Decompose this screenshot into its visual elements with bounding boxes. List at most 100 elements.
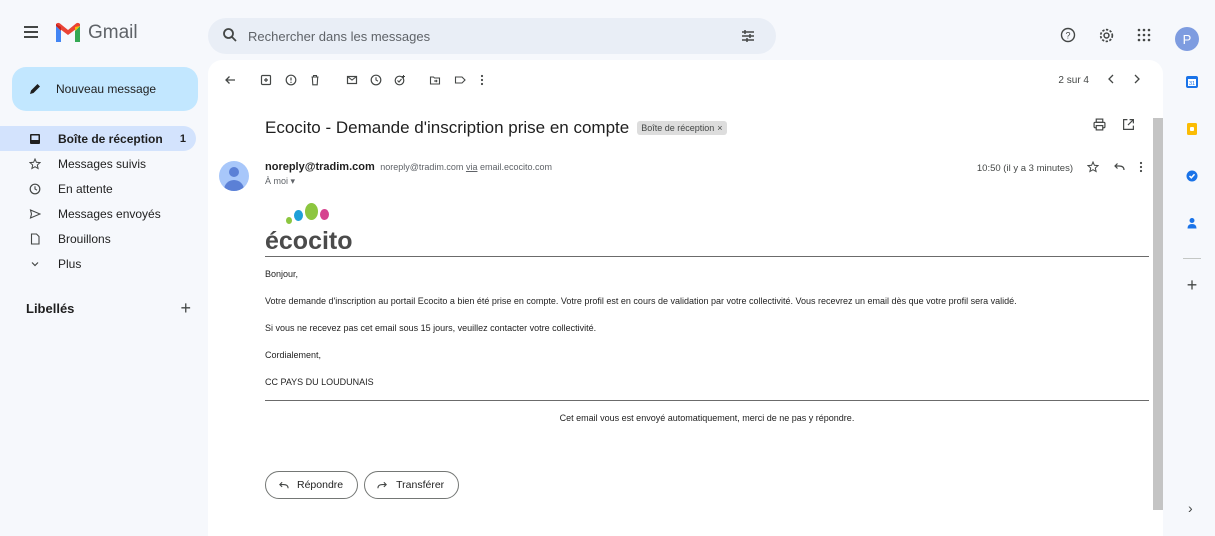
more-options-icon[interactable] — [474, 72, 490, 88]
via-link[interactable]: via — [466, 162, 478, 172]
apps-grid-icon[interactable] — [1129, 20, 1159, 50]
sidebar-item-inbox[interactable]: Boîte de réception 1 — [0, 126, 196, 151]
inbox-label-badge[interactable]: Boîte de réception × — [637, 121, 727, 135]
automatic-email-notice: Cet email vous est envoyé automatiquemen… — [559, 413, 855, 423]
sidebar-item-drafts[interactable]: Brouillons — [0, 226, 196, 251]
keep-icon[interactable] — [1180, 117, 1204, 141]
paragraph-1: Votre demande d'inscription au portail E… — [265, 296, 1017, 306]
email-timestamp: 10:50 (il y a 3 minutes) — [976, 163, 1073, 174]
sidebar-item-label: En attente — [58, 181, 113, 196]
ecocito-wordmark: écocito — [265, 227, 353, 255]
reply-arrow-icon — [279, 481, 289, 488]
main-menu-icon[interactable] — [24, 26, 38, 38]
app-name: Gmail — [88, 22, 138, 43]
forward-button[interactable]: Transférer — [364, 471, 460, 499]
closing: Cordialement, — [265, 350, 322, 360]
search-bar[interactable] — [208, 18, 776, 54]
sender-email: noreply@tradim.com — [380, 162, 464, 172]
tasks-icon[interactable] — [1180, 164, 1204, 188]
search-input[interactable] — [248, 26, 728, 46]
greeting: Bonjour, — [265, 269, 299, 279]
scrollbar[interactable] — [1153, 98, 1163, 536]
mark-unread-icon[interactable] — [344, 72, 360, 88]
next-chevron-icon[interactable] — [1133, 74, 1141, 87]
ecocito-logo: écocito — [265, 200, 415, 256]
calendar-icon[interactable]: 31 — [1180, 70, 1204, 94]
search-icon[interactable] — [222, 27, 238, 43]
star-icon[interactable] — [1086, 160, 1100, 176]
forward-label: Transférer — [396, 479, 445, 491]
side-panel-apps: 31 + — [1180, 70, 1204, 296]
email-view: 2 sur 4 Ecocito - Demande d'inscription … — [208, 60, 1163, 536]
remove-label-close-icon[interactable]: × — [717, 123, 722, 133]
email-toolbar: 2 sur 4 — [208, 60, 1163, 100]
email-body: écocito Bonjour, Votre demande d'inscrip… — [265, 200, 1149, 423]
snooze-clock-icon[interactable] — [368, 72, 384, 88]
contacts-icon[interactable] — [1180, 211, 1204, 235]
inbox-icon — [28, 133, 42, 145]
archive-icon[interactable] — [258, 72, 274, 88]
sidebar-item-snoozed[interactable]: En attente — [0, 176, 196, 201]
get-addons-plus-icon[interactable]: + — [1180, 275, 1204, 296]
send-icon — [28, 208, 42, 220]
reply-actions: Répondre Transférer — [265, 471, 460, 499]
sidebar-item-sent[interactable]: Messages envoyés — [0, 201, 196, 226]
sidebar-item-label: Messages envoyés — [58, 206, 161, 221]
settings-gear-icon[interactable] — [1091, 20, 1121, 50]
print-icon[interactable] — [1093, 118, 1106, 136]
label-tag-icon[interactable] — [452, 72, 468, 88]
labels-title: Libellés — [26, 301, 75, 316]
top-right-icons: ? — [1053, 20, 1167, 50]
sidebar-item-more[interactable]: Plus — [0, 251, 196, 276]
divider — [265, 256, 1149, 257]
paragraph-2: Si vous ne recevez pas cet email sous 15… — [265, 323, 597, 333]
reply-arrow-icon[interactable] — [1113, 161, 1125, 176]
badge-label: Boîte de réception — [641, 123, 715, 133]
account-avatar[interactable]: P — [1175, 27, 1199, 51]
sidebar-item-label: Messages suivis — [58, 156, 147, 171]
side-divider — [1183, 258, 1201, 259]
show-side-panel-chevron-icon[interactable]: › — [1188, 500, 1193, 516]
pagination-count: 2 sur 4 — [1058, 75, 1089, 86]
compose-button[interactable]: Nouveau message — [12, 67, 198, 111]
sidebar-item-starred[interactable]: Messages suivis — [0, 151, 196, 176]
compose-label: Nouveau message — [56, 82, 157, 96]
prev-chevron-icon[interactable] — [1107, 74, 1115, 87]
delete-trash-icon[interactable] — [307, 72, 323, 88]
svg-text:?: ? — [1065, 31, 1070, 41]
more-vert-icon[interactable] — [1139, 161, 1143, 176]
via-domain: email.ecocito.com — [479, 162, 553, 172]
move-to-folder-icon[interactable] — [427, 72, 443, 88]
email-subject: Ecocito - Demande d'inscription prise en… — [265, 118, 727, 138]
reply-label: Répondre — [297, 479, 344, 491]
help-icon[interactable]: ? — [1053, 20, 1083, 50]
reply-button[interactable]: Répondre — [265, 471, 359, 499]
sender-name[interactable]: noreply@tradim.com — [265, 161, 375, 173]
gmail-logo[interactable]: Gmail — [54, 22, 138, 44]
subject-text: Ecocito - Demande d'inscription prise en… — [265, 118, 630, 137]
forward-arrow-icon — [377, 481, 388, 488]
chevron-down-icon — [28, 259, 42, 269]
labels-header: Libellés + — [26, 298, 191, 319]
search-options-icon[interactable] — [740, 28, 756, 44]
divider — [265, 400, 1149, 401]
recipient-label: À moi — [265, 176, 289, 186]
add-to-tasks-icon[interactable] — [392, 72, 408, 88]
pencil-icon — [30, 84, 40, 94]
sidebar-nav: Boîte de réception 1 Messages suivis En … — [0, 126, 200, 276]
sidebar-item-label: Brouillons — [58, 231, 111, 246]
recipient-dropdown[interactable]: À moi ▾ — [265, 176, 295, 187]
report-spam-icon[interactable] — [283, 72, 299, 88]
sender-avatar[interactable] — [219, 161, 249, 191]
svg-text:31: 31 — [1189, 81, 1195, 87]
add-label-plus-icon[interactable]: + — [180, 298, 191, 319]
clock-icon — [28, 183, 42, 195]
email-meta: 10:50 (il y a 3 minutes) — [976, 160, 1143, 176]
open-new-window-icon[interactable] — [1122, 118, 1135, 136]
star-icon — [28, 157, 42, 170]
gmail-m-icon — [56, 22, 80, 42]
sender-info: noreply@tradim.com noreply@tradim.com vi… — [265, 161, 552, 173]
back-arrow-icon[interactable] — [222, 72, 238, 88]
subject-actions — [1093, 118, 1135, 136]
scrollbar-thumb[interactable] — [1153, 118, 1163, 510]
